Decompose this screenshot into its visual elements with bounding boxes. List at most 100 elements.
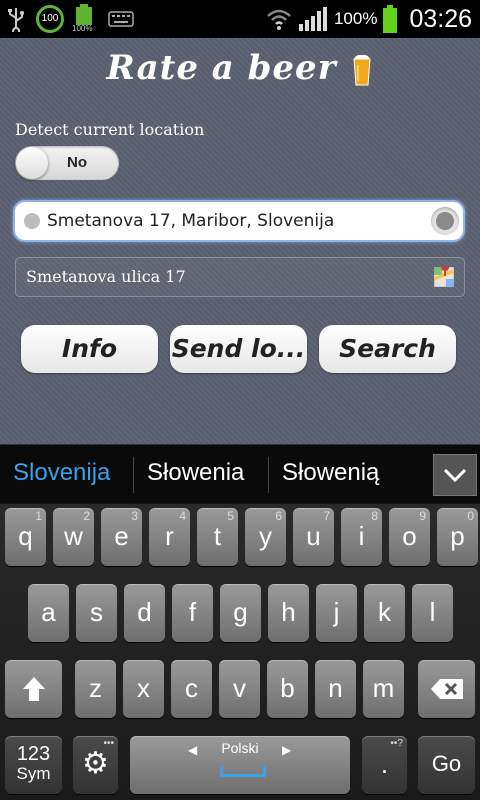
- key-number: 1: [35, 509, 42, 523]
- period-label: .: [380, 749, 389, 779]
- suggestion-1[interactable]: Slovenija: [13, 459, 110, 487]
- key-e[interactable]: e3: [101, 508, 142, 566]
- key-i[interactable]: i8: [341, 508, 382, 566]
- search-button[interactable]: Search: [319, 325, 456, 373]
- status-left-icons: 100 100%: [6, 4, 134, 34]
- key-v[interactable]: v: [219, 660, 260, 718]
- key-letter: o: [402, 521, 417, 551]
- shift-arrow-icon: [22, 677, 45, 701]
- key-m[interactable]: m: [363, 660, 404, 718]
- key-area: q1 w2 e3 r4 t5 y6 u7 i8 o9 p0 a s d f g …: [0, 504, 480, 800]
- key-number: 4: [179, 509, 186, 523]
- street-text: Smetanova ulica 17: [26, 267, 186, 286]
- status-right: 100% 03:26: [266, 0, 472, 38]
- period-key[interactable]: . ••?: [362, 736, 407, 794]
- suggestion-divider: [268, 457, 269, 493]
- keyboard-icon: [108, 11, 134, 27]
- key-number: 5: [227, 509, 234, 523]
- toggle-knob: [16, 147, 48, 179]
- map-icon[interactable]: [434, 267, 454, 287]
- space-bar-icon: [220, 766, 266, 777]
- key-g[interactable]: g: [220, 584, 261, 642]
- battery-100-ring-icon: 100: [36, 5, 64, 33]
- sym-key-bottom: Sym: [16, 764, 51, 783]
- location-dot-icon: [24, 213, 40, 229]
- battery-small-label: 100%: [72, 24, 93, 33]
- backspace-icon: [430, 679, 463, 699]
- send-location-button[interactable]: Send lo...: [170, 325, 307, 373]
- soft-keyboard: Slovenija Słowenia Słowenią q1 w2 e3 r4 …: [0, 444, 480, 800]
- more-punctuation-icon: ••?: [390, 738, 403, 749]
- key-k[interactable]: k: [364, 584, 405, 642]
- key-letter: q: [18, 521, 33, 551]
- collapse-suggestions-button[interactable]: [433, 454, 477, 496]
- key-letter: t: [213, 521, 222, 551]
- suggestion-3[interactable]: Słowenią: [282, 459, 379, 487]
- key-f[interactable]: f: [172, 584, 213, 642]
- key-y[interactable]: y6: [245, 508, 286, 566]
- wifi-icon: [267, 9, 291, 30]
- key-a[interactable]: a: [28, 584, 69, 642]
- clear-input-icon[interactable]: [431, 207, 459, 235]
- go-key[interactable]: Go: [418, 736, 475, 794]
- key-l[interactable]: l: [412, 584, 453, 642]
- battery-icon: [383, 5, 398, 33]
- key-number: 3: [131, 509, 138, 523]
- beer-icon: [353, 54, 371, 86]
- key-u[interactable]: u7: [293, 508, 334, 566]
- key-x[interactable]: x: [123, 660, 164, 718]
- suggestion-2[interactable]: Słowenia: [147, 459, 244, 487]
- address-text: Smetanova 17, Maribor, Slovenija: [47, 211, 335, 231]
- shift-key[interactable]: [5, 660, 62, 718]
- key-t[interactable]: t5: [197, 508, 238, 566]
- key-number: 8: [371, 509, 378, 523]
- detect-location-label: Detect current location: [15, 120, 205, 139]
- key-letter: u: [306, 521, 321, 551]
- key-r[interactable]: r4: [149, 508, 190, 566]
- more-dots-icon: •••: [103, 738, 114, 749]
- chevron-right-icon: ▶: [282, 743, 292, 757]
- status-bar: 100 100% 100% 03:26: [0, 0, 480, 38]
- key-o[interactable]: o9: [389, 508, 430, 566]
- key-number: 7: [323, 509, 330, 523]
- key-b[interactable]: b: [267, 660, 308, 718]
- gear-icon: ⚙: [82, 747, 109, 780]
- chevron-down-icon: [443, 468, 467, 483]
- usb-icon: [8, 8, 24, 32]
- clock: 03:26: [409, 4, 472, 33]
- suggestion-divider: [133, 457, 134, 493]
- detect-location-toggle[interactable]: No: [15, 146, 119, 180]
- key-p[interactable]: p0: [437, 508, 478, 566]
- key-number: 6: [275, 509, 282, 523]
- signal-icon: [298, 7, 327, 31]
- key-letter: e: [114, 521, 129, 551]
- backspace-key[interactable]: [418, 660, 475, 718]
- battery-percent: 100%: [333, 9, 378, 28]
- street-field[interactable]: Smetanova ulica 17: [15, 257, 465, 297]
- key-letter: p: [450, 521, 465, 551]
- sym-key[interactable]: 123 Sym: [5, 736, 62, 794]
- app-title-bar: Rate a beer: [0, 48, 480, 88]
- key-w[interactable]: w2: [53, 508, 94, 566]
- key-j[interactable]: j: [316, 584, 357, 642]
- key-z[interactable]: z: [75, 660, 116, 718]
- ring-label: 100: [41, 13, 59, 24]
- toggle-value: No: [67, 154, 87, 171]
- key-c[interactable]: c: [171, 660, 212, 718]
- key-s[interactable]: s: [76, 584, 117, 642]
- space-key[interactable]: ◀ Polski ▶: [130, 736, 350, 794]
- key-letter: r: [165, 521, 174, 551]
- info-button[interactable]: Info: [21, 325, 158, 373]
- key-number: 0: [467, 509, 474, 523]
- settings-key[interactable]: ⚙ •••: [73, 736, 118, 794]
- key-n[interactable]: n: [315, 660, 356, 718]
- address-input[interactable]: Smetanova 17, Maribor, Slovenija: [15, 202, 463, 240]
- key-number: 2: [83, 509, 90, 523]
- key-d[interactable]: d: [124, 584, 165, 642]
- key-q[interactable]: q1: [5, 508, 46, 566]
- key-letter: y: [259, 521, 272, 551]
- key-number: 9: [419, 509, 426, 523]
- suggestion-bar: Slovenija Słowenia Słowenią: [0, 444, 480, 503]
- key-letter: w: [64, 521, 83, 551]
- key-h[interactable]: h: [268, 584, 309, 642]
